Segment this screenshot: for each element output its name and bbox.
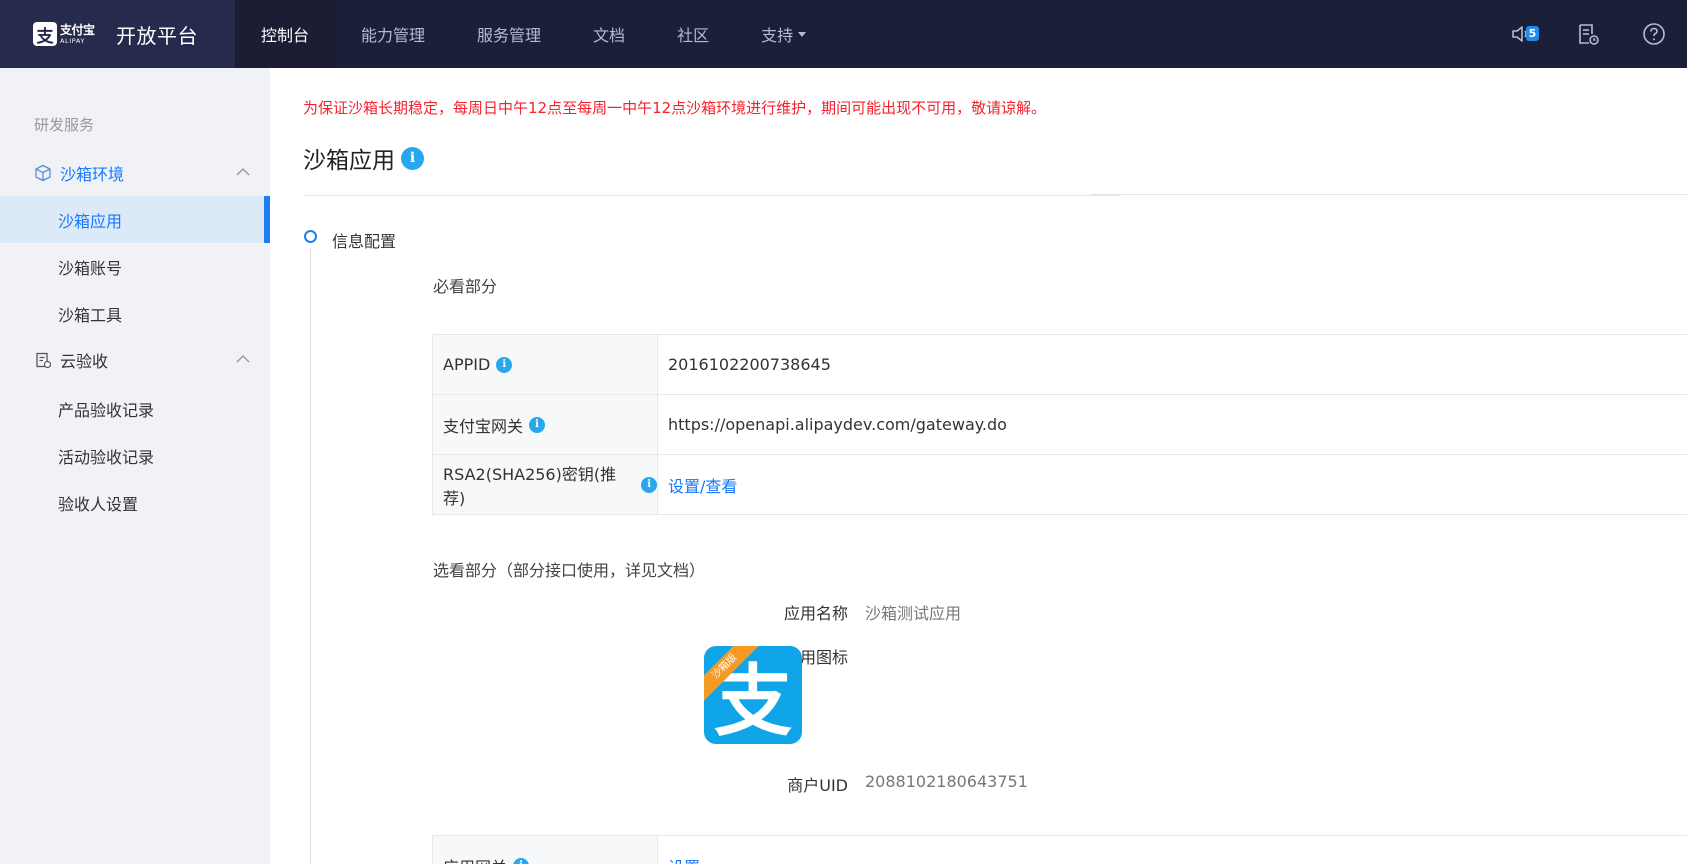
top-icon-group: 5	[1489, 0, 1687, 68]
nav-docs[interactable]: 文档	[567, 0, 651, 68]
maintenance-notice: 为保证沙箱长期稳定，每周日中午12点至每周一中午12点沙箱环境进行维护，期间可能…	[303, 99, 1047, 117]
required-section-heading: 必看部分	[433, 277, 498, 296]
nav-community[interactable]: 社区	[651, 0, 735, 68]
sidebar-item-acceptor-settings[interactable]: 验收人设置	[0, 479, 270, 526]
table-row: APPID i 2016102200738645	[432, 335, 1687, 395]
appid-key: APPID i	[432, 335, 658, 394]
brand-name-en: ALIPAY	[60, 36, 86, 45]
nav-capability-label: 能力管理	[361, 26, 426, 45]
rsa2-setup-link[interactable]: 设置/查看	[658, 455, 1687, 514]
nav-service-management[interactable]: 服务管理	[451, 0, 567, 68]
page-title-text: 沙箱应用	[303, 148, 395, 174]
divider	[1091, 194, 1687, 195]
chevron-up-icon	[236, 168, 250, 176]
cube-icon	[33, 164, 52, 183]
platform-title: 开放平台	[116, 23, 198, 48]
sidebar-item-label: 产品验收记录	[58, 400, 155, 420]
help-icon	[1643, 23, 1665, 45]
sidebar-item-label: 活动验收记录	[58, 447, 155, 467]
sidebar-item-product-acceptance[interactable]: 产品验收记录	[0, 385, 270, 432]
row-key-label: RSA2(SHA256)密钥(推荐)	[443, 464, 617, 508]
app-gateway-key: 应用网关 i	[432, 836, 658, 864]
sidebar-group-sandbox-label: 沙箱环境	[60, 165, 125, 184]
nav-community-label: 社区	[677, 26, 710, 45]
merchant-uid-label: 商户UID	[787, 776, 848, 795]
sidebar-group-cloud-acceptance[interactable]: 云验收	[0, 338, 270, 382]
app-gateway-setup-link[interactable]: 设置	[658, 836, 1687, 864]
sidebar-group-cloud-label: 云验收	[60, 352, 109, 371]
notification-badge: 5	[1526, 26, 1539, 41]
table-row: 应用网关 i 设置	[432, 836, 1687, 864]
alipay-logo: 支 支付宝 ALIPAY	[33, 21, 99, 47]
nav-console[interactable]: 控制台	[235, 0, 336, 68]
sidebar: 研发服务 沙箱环境 沙箱应用 沙箱账号 沙箱工具 云验收 产品验收记录 活动验收…	[0, 68, 270, 864]
sidebar-item-sandbox-app[interactable]: 沙箱应用	[0, 196, 270, 243]
alipay-logo-icon: 支	[33, 22, 57, 47]
table-row: RSA2(SHA256)密钥(推荐) i 设置/查看	[432, 455, 1687, 515]
main-nav: 控制台 能力管理 服务管理 文档 社区 支持	[235, 0, 832, 68]
app-name-value: 沙箱测试应用	[865, 604, 962, 623]
nav-support-dropdown[interactable]: 支持	[735, 0, 832, 68]
nav-support-label: 支持	[761, 26, 794, 45]
row-key-label: 支付宝网关	[443, 416, 524, 436]
caret-down-icon	[798, 31, 807, 37]
clipboard-icon	[33, 351, 52, 370]
sidebar-item-label: 沙箱工具	[58, 305, 123, 325]
appid-value: 2016102200738645	[668, 355, 831, 374]
required-info-table: APPID i 2016102200738645 支付宝网关 i https://o…	[432, 334, 1687, 515]
optional-info-table: 应用网关 i 设置	[432, 835, 1687, 864]
main-content: 为保证沙箱长期稳定，每周日中午12点至每周一中午12点沙箱环境进行维护，期间可能…	[270, 68, 1687, 864]
sidebar-item-label: 沙箱应用	[58, 211, 123, 231]
sidebar-section-title: 研发服务	[34, 116, 95, 134]
gateway-key: 支付宝网关 i	[432, 395, 658, 454]
table-row: 支付宝网关 i https://openapi.alipaydev.com/gat…	[432, 395, 1687, 455]
divider	[303, 195, 1121, 196]
sidebar-item-sandbox-account[interactable]: 沙箱账号	[0, 243, 270, 290]
app-name-label: 应用名称	[783, 604, 848, 623]
row-key-label: APPID	[443, 355, 491, 374]
sidebar-item-label: 沙箱账号	[58, 258, 123, 278]
logo-area[interactable]: 支 支付宝 ALIPAY 开放平台	[0, 0, 235, 68]
optional-section-heading: 选看部分（部分接口使用，详见文档）	[433, 561, 706, 580]
nav-service-label: 服务管理	[477, 26, 542, 45]
info-icon[interactable]: i	[401, 146, 424, 170]
merchant-uid-value: 2088102180643751	[865, 772, 1028, 791]
info-icon[interactable]: i	[496, 356, 513, 373]
row-key-label: 应用网关	[443, 854, 507, 864]
step-indicator	[304, 230, 317, 243]
document-icon	[1579, 24, 1599, 45]
step-label: 信息配置	[332, 232, 397, 251]
help-button[interactable]	[1621, 0, 1687, 68]
gateway-value: https://openapi.alipaydev.com/gateway.do	[668, 415, 1007, 434]
app-icon-image: 支 沙箱版	[704, 646, 802, 744]
nav-console-label: 控制台	[261, 26, 310, 45]
step-line	[310, 248, 311, 864]
chevron-up-icon	[236, 355, 250, 363]
orders-button[interactable]	[1555, 0, 1621, 68]
top-navigation-bar: 支 支付宝 ALIPAY 开放平台 控制台 能力管理 服务管理 文档 社区 支持…	[0, 0, 1687, 68]
rsa2-key: RSA2(SHA256)密钥(推荐) i	[432, 455, 658, 514]
nav-capability-management[interactable]: 能力管理	[335, 0, 451, 68]
nav-docs-label: 文档	[593, 26, 626, 45]
page-title: 沙箱应用 i	[303, 141, 424, 175]
sidebar-item-label: 验收人设置	[58, 494, 139, 514]
info-icon[interactable]: i	[641, 476, 657, 493]
brand-name-cn: 支付宝	[60, 22, 95, 37]
info-icon[interactable]: i	[513, 857, 530, 864]
sidebar-item-sandbox-tools[interactable]: 沙箱工具	[0, 290, 270, 337]
notifications-button[interactable]: 5	[1489, 0, 1555, 68]
sidebar-item-activity-acceptance[interactable]: 活动验收记录	[0, 432, 270, 479]
info-icon[interactable]: i	[529, 416, 546, 433]
sidebar-group-sandbox[interactable]: 沙箱环境	[0, 151, 270, 195]
